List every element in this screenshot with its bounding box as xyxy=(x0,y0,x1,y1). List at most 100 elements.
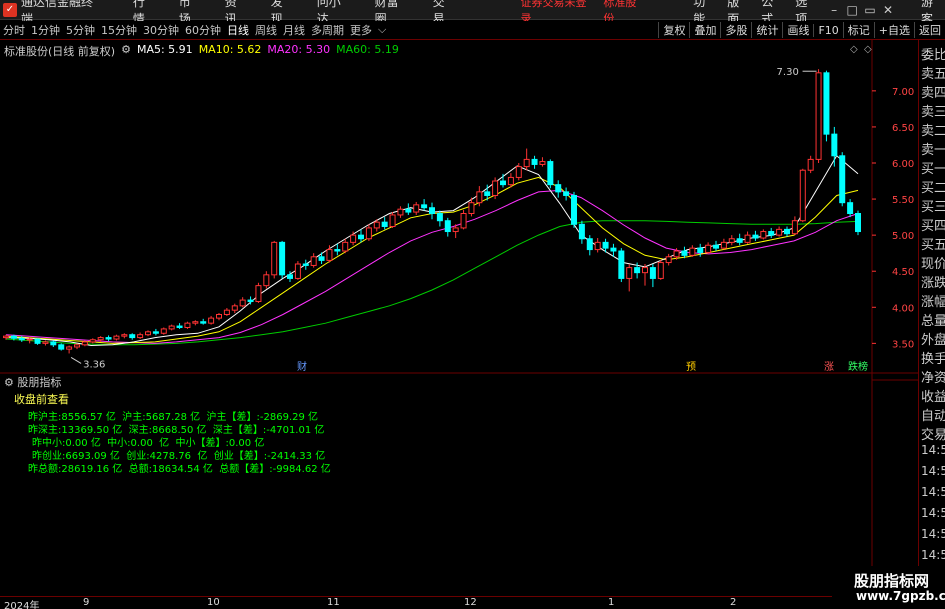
candle-body xyxy=(74,344,80,348)
candle-body xyxy=(58,344,65,350)
indicator-header[interactable]: ⚙ 股朋指标 xyxy=(4,374,61,390)
candle-body xyxy=(287,274,293,279)
quote-field-label[interactable]: 自动 xyxy=(921,405,945,424)
period-tab[interactable]: 5分钟 xyxy=(63,22,98,38)
period-tab[interactable]: 月线 xyxy=(280,22,308,38)
multi-stock-button[interactable]: 多股 xyxy=(720,22,751,38)
settings-icon[interactable]: ⚙ xyxy=(4,376,17,389)
date-label: 11 xyxy=(327,597,340,608)
date-label: 1 xyxy=(608,597,615,608)
stats-button[interactable]: 统计 xyxy=(751,22,782,38)
candle-body xyxy=(97,337,104,341)
candle-body xyxy=(515,166,522,178)
candle-body xyxy=(815,72,822,160)
candle-body xyxy=(121,334,128,337)
candle-body xyxy=(365,227,372,240)
period-tab[interactable]: 1分钟 xyxy=(28,22,63,38)
candle-body xyxy=(673,250,680,258)
quote-field-label: 外盘 xyxy=(921,333,945,348)
price-axis: 7.00 6.50 6.00 5.50 5.00 4.50 4.00 3.50 xyxy=(872,87,914,350)
candle-body xyxy=(642,267,648,274)
settings-icon[interactable]: ⚙ xyxy=(121,43,131,59)
ma5-line xyxy=(5,155,859,347)
event-mark: 跌榜 xyxy=(848,360,868,373)
event-mark: 涨 xyxy=(824,361,834,373)
candle-body xyxy=(563,191,570,196)
candle-body xyxy=(26,338,33,341)
candle-body xyxy=(460,213,467,229)
watermark-url: www.7gpzb.com xyxy=(856,589,945,603)
candle-body xyxy=(192,321,199,324)
candle-body xyxy=(255,285,262,303)
minimize-icon[interactable]: – xyxy=(825,3,843,17)
candle-body xyxy=(728,238,735,243)
candle-body xyxy=(145,331,151,336)
period-tab[interactable]: 周线 xyxy=(252,22,280,38)
overlay-button[interactable]: 叠加 xyxy=(689,22,720,38)
candle-body xyxy=(507,176,514,186)
candle-body xyxy=(152,331,159,334)
title-bar: ✓ 通达信金融终端 行情 市场 资讯 发现 问小达 财富圈 交易 证券交易未登录… xyxy=(0,0,945,26)
back-button[interactable]: 返回 xyxy=(914,22,945,38)
period-tab[interactable]: 分时 xyxy=(0,22,28,38)
adjust-button[interactable]: 复权 xyxy=(658,22,689,38)
date-label: 9 xyxy=(83,597,90,608)
date-label: 12 xyxy=(464,597,477,608)
candle-body xyxy=(200,321,207,324)
trade-time: 14:56 xyxy=(921,443,945,457)
date-label: 2 xyxy=(730,597,737,608)
price-label: 3.50 xyxy=(892,339,914,350)
add-watchlist-button[interactable]: +自选 xyxy=(873,22,914,38)
candle-body xyxy=(705,244,712,253)
period-tab-daily[interactable]: 日线 xyxy=(224,22,252,38)
period-tab[interactable]: 15分钟 xyxy=(98,22,140,38)
watermark-title: 股朋指标网 xyxy=(854,572,930,590)
quote-field-label[interactable]: 交易 xyxy=(921,424,945,443)
candle-body xyxy=(381,221,388,227)
restore-icon[interactable]: □ xyxy=(843,3,861,17)
candle-body xyxy=(105,337,112,340)
close-icon[interactable]: ✕ xyxy=(879,3,897,17)
candle-body xyxy=(547,161,554,186)
quote-field-label: 卖五 xyxy=(921,67,945,82)
quote-field-label: 涨跌 xyxy=(921,276,945,291)
f10-button[interactable]: F10 xyxy=(813,23,842,37)
price-label: 4.00 xyxy=(892,303,914,314)
candle-body xyxy=(752,234,759,239)
period-tab-more[interactable]: 更多 xyxy=(347,22,375,38)
ma20-label: MA20: 5.30 xyxy=(267,43,331,56)
quote-field-label: 换手 xyxy=(921,352,945,367)
candle-body xyxy=(397,208,404,216)
candles xyxy=(3,69,861,354)
candle-body xyxy=(247,299,254,303)
candle-body xyxy=(223,309,230,315)
candle-body xyxy=(129,334,136,339)
date-label: 10 xyxy=(207,597,220,608)
candle-body xyxy=(168,325,175,330)
period-tab[interactable]: 60分钟 xyxy=(182,22,224,38)
candle-body xyxy=(42,341,49,344)
period-tab[interactable]: 30分钟 xyxy=(140,22,182,38)
candle-body xyxy=(89,339,96,343)
candle-body xyxy=(18,337,25,341)
price-label: 5.00 xyxy=(892,231,914,242)
draw-button[interactable]: 画线 xyxy=(782,22,813,38)
candle-body xyxy=(776,228,783,236)
candle-body xyxy=(436,213,443,222)
candle-body xyxy=(429,207,435,215)
candle-body xyxy=(736,238,743,243)
chevron-down-icon[interactable]: ⌵ xyxy=(375,23,389,37)
mark-button[interactable]: 标记 xyxy=(842,22,874,38)
kline-chart[interactable]: 7.00 6.50 6.00 5.50 5.00 4.50 4.00 3.50 7.30 3.3… xyxy=(0,40,918,596)
quote-field-label: 总量 xyxy=(921,314,945,329)
candle-body xyxy=(413,204,420,213)
candle-body xyxy=(326,249,333,261)
period-tab[interactable]: 多周期 xyxy=(308,22,347,38)
maximize-icon[interactable]: ▭ xyxy=(861,3,879,17)
trade-time: 14:56 xyxy=(921,485,945,499)
candle-body xyxy=(184,322,191,328)
quote-field-label: 买一 xyxy=(921,162,945,177)
candle-body xyxy=(839,155,846,204)
quote-field-label: 卖三 xyxy=(921,105,945,120)
candle-body xyxy=(492,180,499,196)
